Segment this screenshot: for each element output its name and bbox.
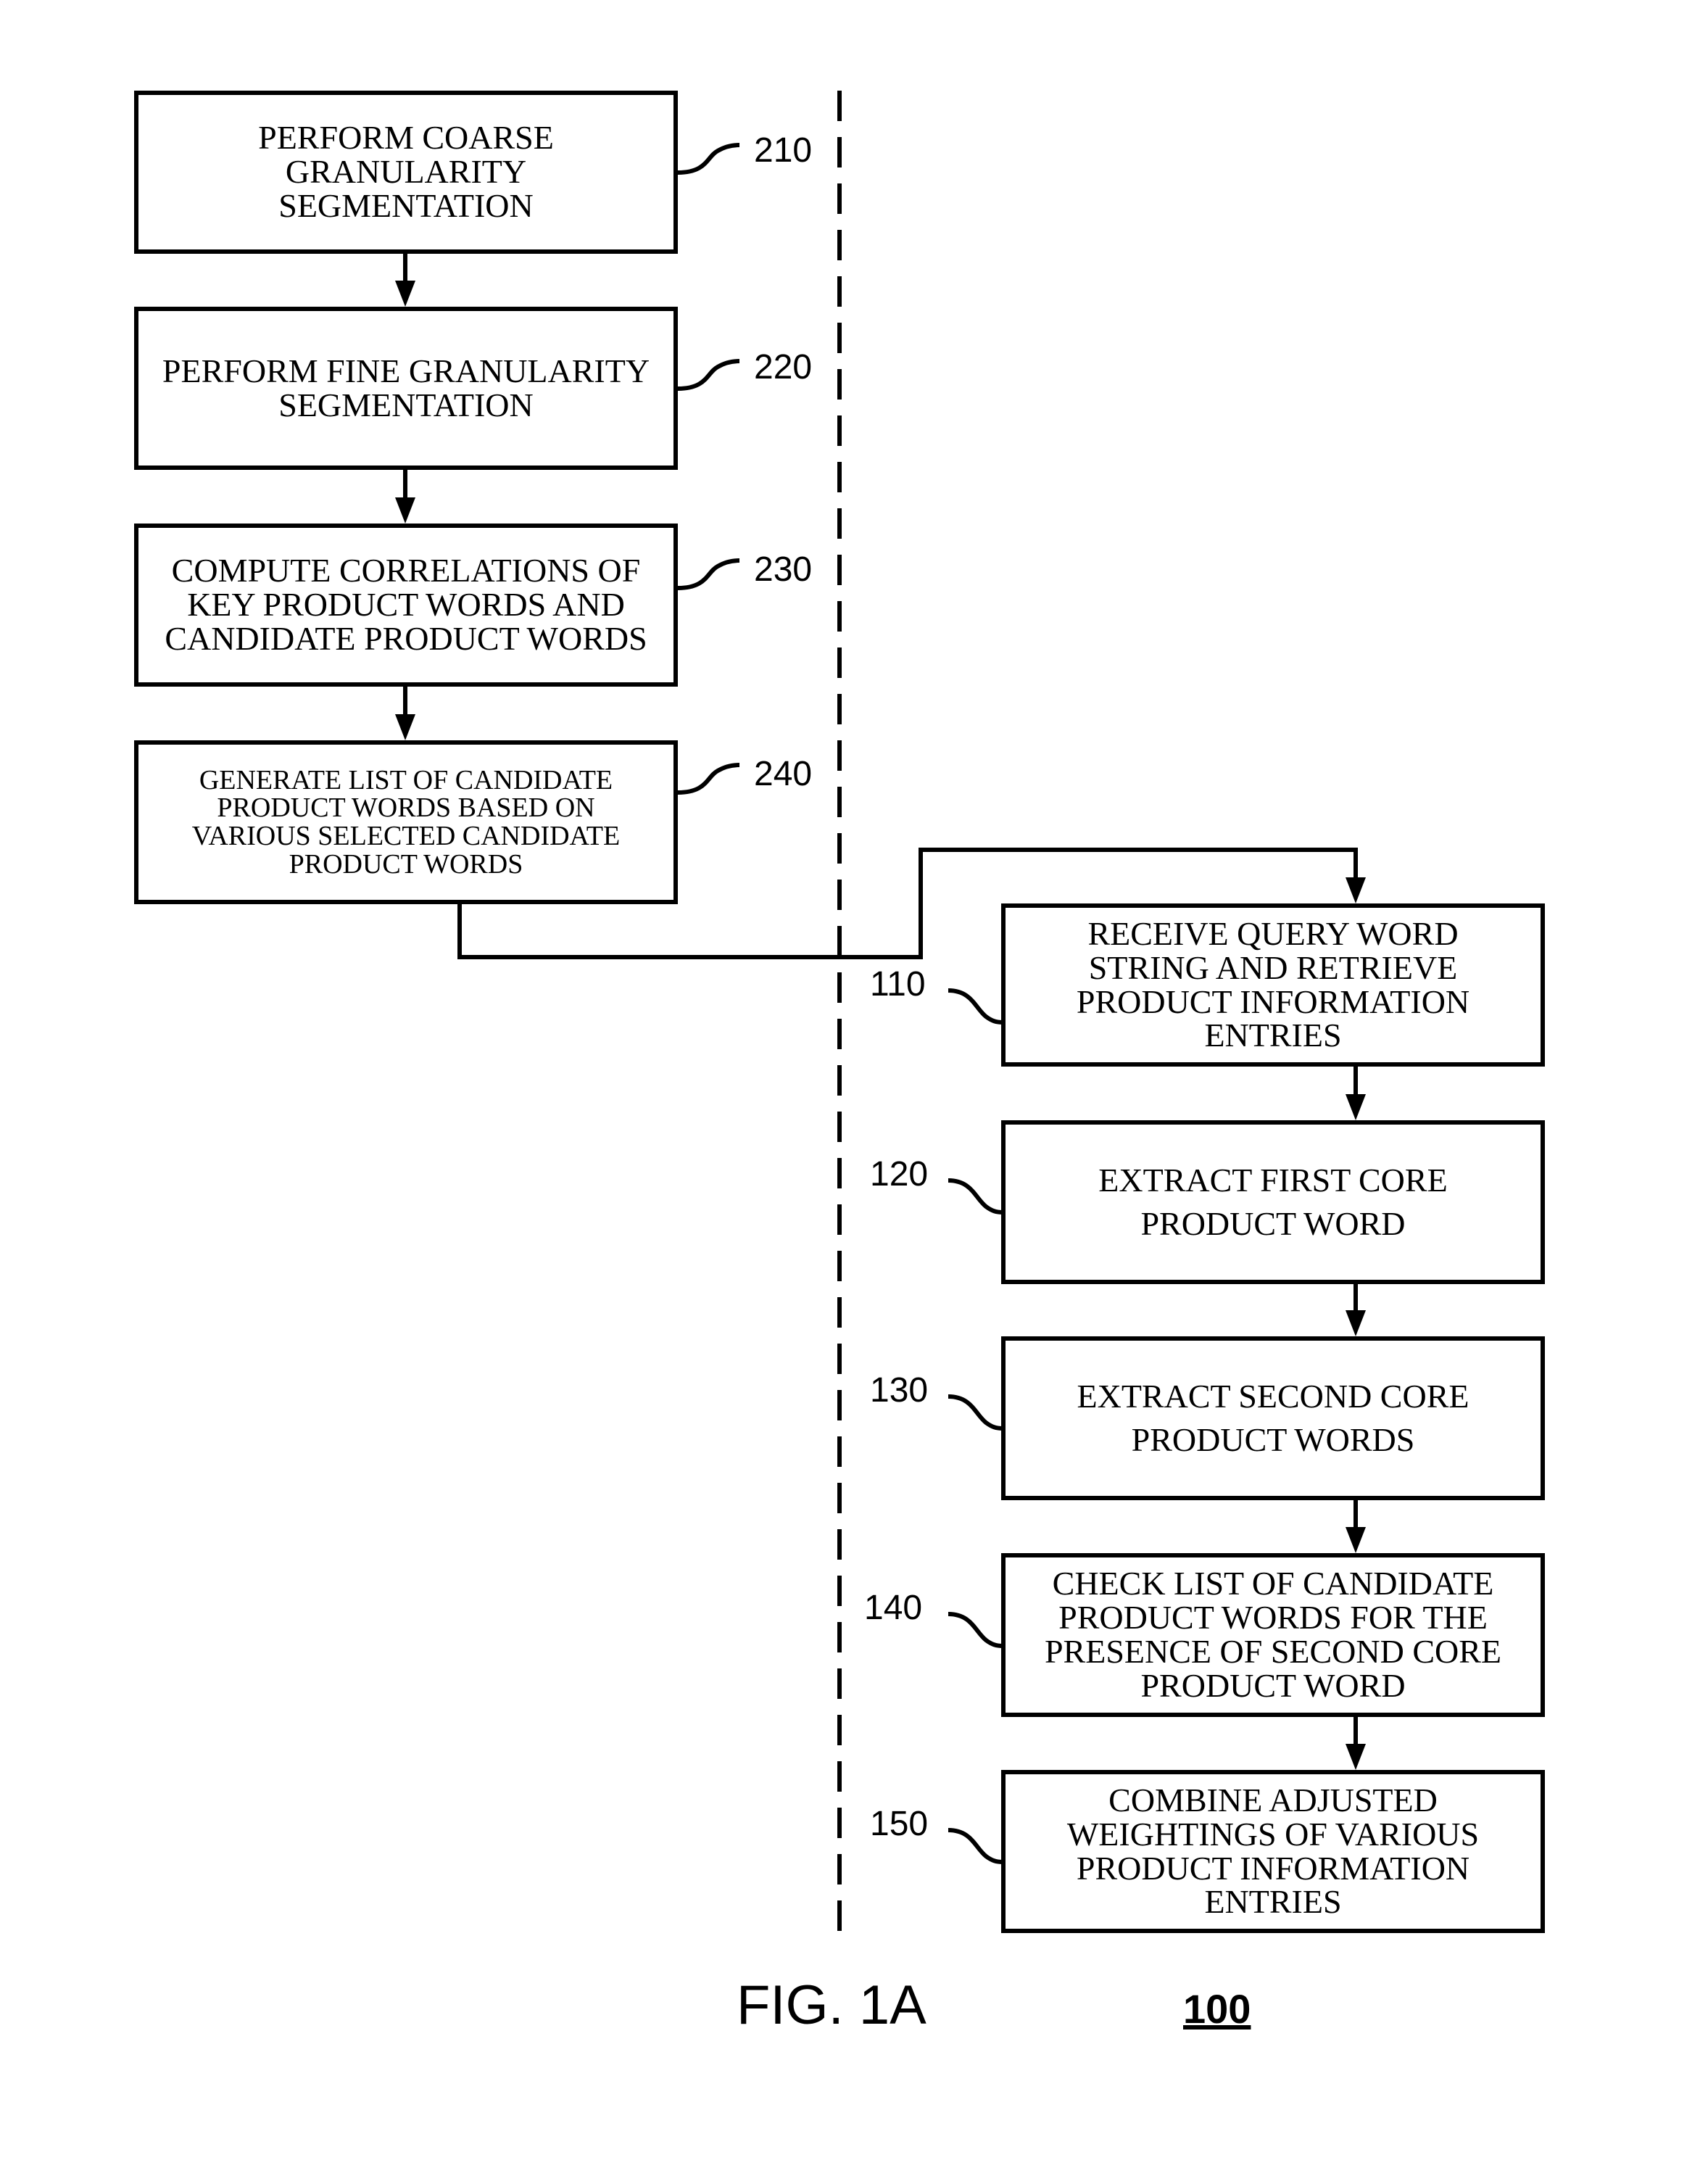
leader-240 — [677, 763, 740, 795]
step-120-box: EXTRACT FIRST CORE PRODUCT WORD — [1001, 1120, 1545, 1284]
ref-label-220: 220 — [754, 348, 813, 386]
connector-240-110-head — [1346, 877, 1366, 903]
arrow-210-220-head — [395, 281, 415, 307]
ref-label-120: 120 — [870, 1155, 929, 1193]
step-130-box: EXTRACT SECOND CORE PRODUCT WORDS — [1001, 1336, 1545, 1500]
arrow-230-240-head — [395, 714, 415, 740]
step-140-box: CHECK LIST OF CANDIDATE PRODUCT WORDS FO… — [1001, 1553, 1545, 1717]
ref-label-140: 140 — [864, 1589, 923, 1627]
leader-150 — [948, 1828, 1004, 1864]
step-150-box: COMBINE ADJUSTED WEIGHTINGS OF VARIOUS P… — [1001, 1770, 1545, 1933]
leader-130 — [948, 1394, 1004, 1431]
leader-140 — [948, 1612, 1004, 1648]
patent-figure: PERFORM COARSE GRANULARITY SEGMENTATION … — [0, 0, 1708, 2168]
ref-label-210: 210 — [754, 131, 813, 170]
arrow-220-230-head — [395, 497, 415, 524]
ref-label-240: 240 — [754, 755, 813, 793]
figure-reference: 100 — [1183, 1986, 1251, 2032]
ref-label-110: 110 — [870, 965, 926, 1004]
step-210-box: PERFORM COARSE GRANULARITY SEGMENTATION — [134, 91, 678, 254]
leader-120 — [948, 1178, 1004, 1215]
ref-label-230: 230 — [754, 550, 813, 589]
leader-210 — [677, 143, 740, 175]
step-240-box: GENERATE LIST OF CANDIDATE PRODUCT WORDS… — [134, 740, 678, 904]
arrow-120-130-head — [1346, 1310, 1366, 1336]
figure-caption: FIG. 1A — [737, 1974, 926, 2036]
leader-220 — [677, 359, 740, 391]
leader-110 — [948, 988, 1004, 1025]
leader-230 — [677, 558, 740, 590]
arrow-130-140-head — [1346, 1527, 1366, 1553]
step-230-box: COMPUTE CORRELATIONS OF KEY PRODUCT WORD… — [134, 524, 678, 687]
step-220-box: PERFORM FINE GRANULARITY SEGMENTATION — [134, 307, 678, 470]
ref-label-150: 150 — [870, 1805, 929, 1843]
arrow-110-120-head — [1346, 1094, 1366, 1120]
ref-label-130: 130 — [870, 1371, 929, 1410]
step-110-box: RECEIVE QUERY WORD STRING AND RETRIEVE P… — [1001, 903, 1545, 1067]
arrow-140-150-head — [1346, 1744, 1366, 1770]
